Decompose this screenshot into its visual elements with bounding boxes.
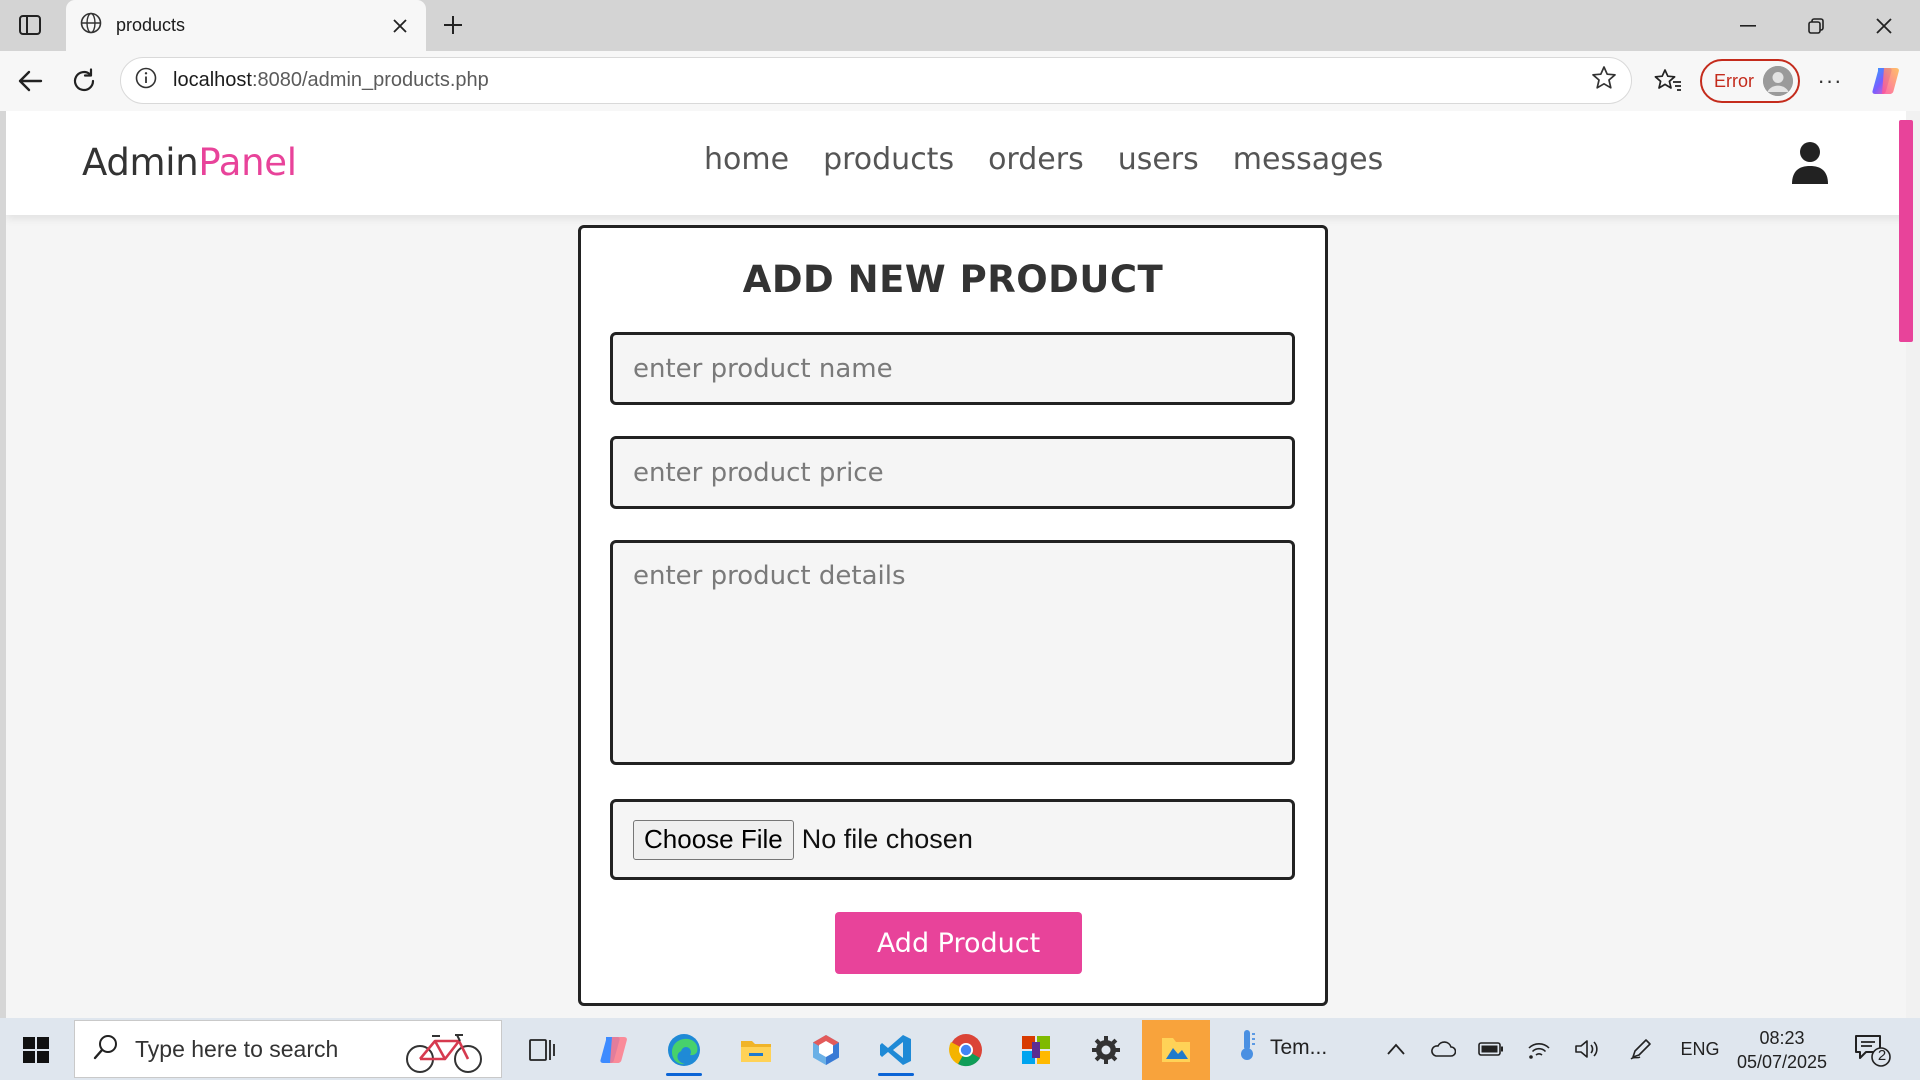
form-title: ADD NEW PRODUCT	[742, 258, 1164, 301]
input-language-indicator[interactable]: ENG	[1678, 1034, 1722, 1064]
url-text[interactable]: localhost:8080/admin_products.php	[173, 69, 1591, 92]
page-viewport: AdminPanel home products orders users me…	[6, 111, 1906, 1018]
search-placeholder: Type here to search	[135, 1035, 339, 1062]
add-product-button[interactable]: Add Product	[835, 912, 1082, 974]
browser-toolbar: localhost:8080/admin_products.php Error …	[0, 51, 1920, 111]
profile-error-label: Error	[1714, 70, 1754, 91]
favorites-icon[interactable]	[1650, 63, 1686, 99]
file-explorer-icon[interactable]	[728, 1024, 784, 1076]
nav-link-messages[interactable]: messages	[1233, 142, 1383, 177]
colorful-app-icon[interactable]	[1008, 1024, 1064, 1076]
add-product-form: ADD NEW PRODUCT Choose File No file chos…	[578, 225, 1328, 1006]
tab-actions-icon[interactable]	[12, 10, 48, 40]
search-icon	[93, 1034, 119, 1065]
refresh-icon[interactable]	[66, 63, 102, 99]
copilot-taskbar-icon[interactable]	[586, 1024, 642, 1076]
nav-link-home[interactable]: home	[704, 142, 789, 177]
taskbar-clock[interactable]: 08:23 05/07/2025	[1736, 1026, 1828, 1074]
browser-tab-active[interactable]: products	[66, 0, 426, 51]
clock-date: 05/07/2025	[1736, 1052, 1828, 1072]
close-tab-icon[interactable]	[388, 14, 412, 38]
chrome-icon[interactable]	[938, 1024, 994, 1076]
notification-center-icon[interactable]: 2	[1852, 1032, 1892, 1068]
thermometer-icon	[1236, 1028, 1258, 1068]
edge-browser-icon[interactable]	[656, 1024, 712, 1076]
product-details-textarea[interactable]	[610, 540, 1295, 765]
new-tab-icon[interactable]	[436, 8, 470, 42]
windows-start-icon[interactable]	[14, 1030, 58, 1070]
globe-icon	[80, 12, 102, 39]
product-price-input[interactable]	[610, 436, 1295, 509]
battery-icon[interactable]	[1476, 1034, 1506, 1064]
taskbar-search-box[interactable]: Type here to search	[74, 1020, 502, 1078]
avatar-icon	[1763, 66, 1793, 96]
user-account-icon[interactable]	[1790, 141, 1830, 185]
site-header: AdminPanel home products orders users me…	[6, 111, 1906, 215]
nav-link-users[interactable]: users	[1118, 142, 1199, 177]
vscode-icon[interactable]	[868, 1024, 924, 1076]
volume-icon[interactable]	[1572, 1034, 1602, 1064]
file-status-text: No file chosen	[801, 824, 973, 854]
hexagon-app-icon[interactable]	[798, 1024, 854, 1076]
favorite-star-icon[interactable]	[1591, 65, 1617, 96]
wifi-icon[interactable]	[1524, 1034, 1554, 1064]
onedrive-cloud-icon[interactable]	[1428, 1034, 1458, 1064]
site-logo[interactable]: AdminPanel	[82, 141, 297, 184]
product-name-input[interactable]	[610, 332, 1295, 405]
nav-link-products[interactable]: products	[823, 142, 954, 177]
browser-titlebar: products	[0, 0, 1920, 51]
back-arrow-icon[interactable]	[12, 63, 48, 99]
address-bar[interactable]: localhost:8080/admin_products.php	[120, 57, 1632, 104]
tab-title: products	[116, 15, 186, 35]
settings-gear-icon[interactable]	[1078, 1024, 1134, 1076]
more-options-icon[interactable]: ···	[1812, 63, 1848, 99]
product-image-file-input[interactable]: Choose File No file chosen	[610, 799, 1295, 880]
page-scrollbar-thumb[interactable]	[1899, 120, 1913, 342]
xampp-icon[interactable]	[1142, 1020, 1210, 1080]
close-window-icon[interactable]	[1850, 0, 1918, 51]
weather-widget[interactable]: Tem...	[1236, 1028, 1327, 1068]
minimize-icon[interactable]	[1714, 0, 1782, 51]
bicycle-icon	[403, 1027, 485, 1075]
notification-count: 2	[1877, 1047, 1887, 1064]
task-view-icon[interactable]	[514, 1024, 570, 1076]
nav-link-orders[interactable]: orders	[988, 142, 1084, 177]
site-info-icon[interactable]	[135, 67, 157, 94]
choose-file-button[interactable]: Choose File	[633, 819, 794, 860]
pen-icon[interactable]	[1626, 1034, 1656, 1064]
chevron-up-icon[interactable]	[1382, 1034, 1410, 1064]
main-nav: home products orders users messages	[704, 142, 1383, 177]
windows-taskbar: Type here to search Tem... ENG 08:23 05/…	[0, 1018, 1920, 1080]
restore-icon[interactable]	[1782, 0, 1850, 51]
profile-error-button[interactable]: Error	[1700, 59, 1800, 103]
weather-text: Tem...	[1270, 1036, 1328, 1059]
copilot-icon[interactable]	[1866, 61, 1906, 101]
clock-time: 08:23	[1759, 1028, 1805, 1048]
